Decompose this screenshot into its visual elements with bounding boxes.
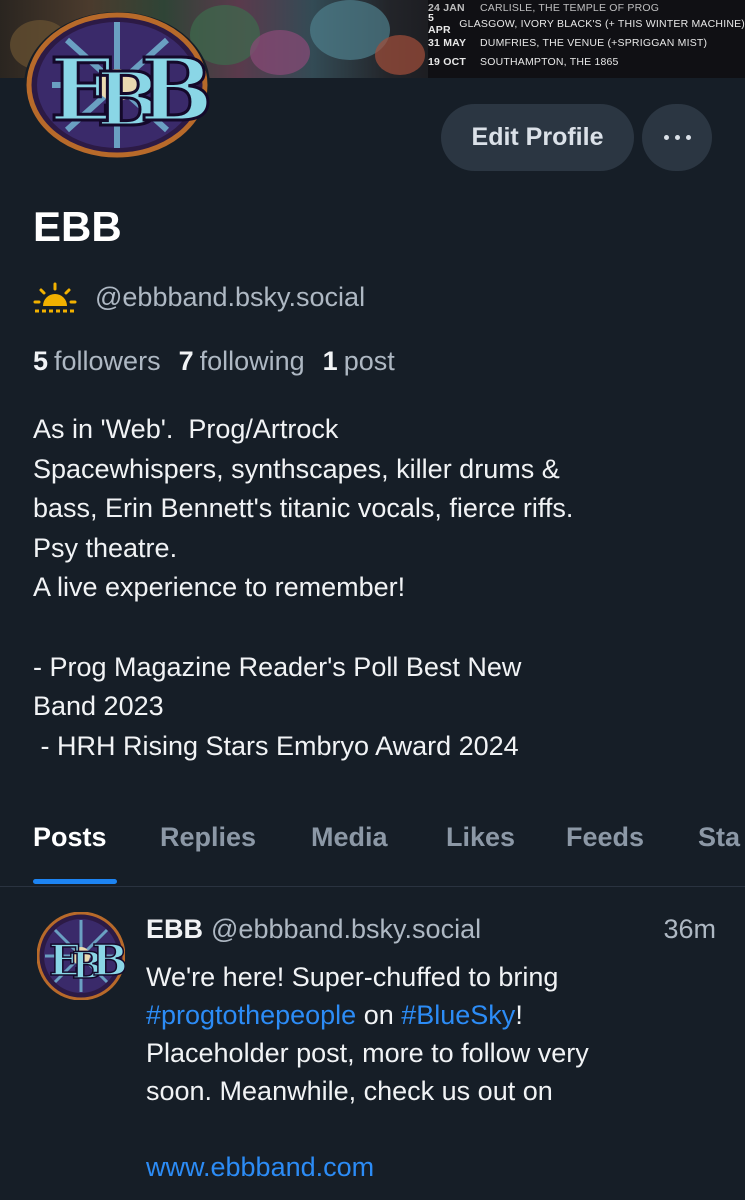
post-line: We're here! Super-chuffed to bring [146,962,559,992]
hashtag-link[interactable]: #progtothepeople [146,1000,356,1030]
handle-row: @ebbband.bsky.social [33,280,365,314]
tab-replies[interactable]: Replies [160,810,256,886]
gig-place: SOUTHAMPTON, THE 1865 [480,55,619,68]
bio-line: As in 'Web'. Prog/Artrock [33,414,339,444]
tab-starter-packs[interactable]: Sta [698,810,740,886]
gig-date: 5 APR [428,11,451,36]
posts-count: 1 post [322,346,395,376]
svg-text:B: B [140,40,212,141]
post-author-handle[interactable]: @ebbband.bsky.social [211,914,481,945]
following-link[interactable]: 7 following [179,346,305,377]
gig-date: 31 MAY [428,36,467,49]
post-author-name[interactable]: EBB [146,914,203,945]
svg-text:B: B [92,936,125,985]
ebb-logo-icon: E B B [36,911,128,1001]
bio-line: - HRH Rising Stars Embryo Award 2024 [33,730,519,761]
active-tab-indicator [33,879,117,884]
gig-date: 19 OCT [428,55,466,68]
profile-stats: 5 followers 7 following 1 post [33,346,413,377]
gig-place: GLASGOW, IVORY BLACK'S (+ THIS WINTER MA… [459,17,745,30]
edit-profile-button[interactable]: Edit Profile [441,104,634,171]
tab-media[interactable]: Media [311,810,388,886]
post-line: soon. Meanwhile, check us out on [146,1076,553,1106]
gig-place: DUMFRIES, THE VENUE (+SPRIGGAN MIST) [480,36,708,49]
gig-list: 24 JAN CARLISLE, THE TEMPLE OF PROG 5 APR… [428,0,745,78]
hashtag-link[interactable]: #BlueSky [401,1000,515,1030]
post-avatar[interactable]: E B B [36,911,128,1001]
post-header: EBB @ebbband.bsky.social 36m [146,914,716,945]
profile-tabs: Posts Replies Media Likes Feeds Sta [0,810,745,887]
bio-line: Psy theatre. [33,532,178,563]
more-options-button[interactable] [642,104,712,171]
tab-posts[interactable]: Posts [33,810,107,886]
post-line: Placeholder post, more to follow very [146,1038,589,1068]
post-line: #progtothepeople on #BlueSky! [146,1000,523,1030]
post-text: We're here! Super-chuffed to bring #prog… [146,958,726,1186]
bio-line: - Prog Magazine Reader's Poll Best New [33,651,522,682]
followers-link[interactable]: 5 followers [33,346,161,377]
gig-row: 19 OCT SOUTHAMPTON, THE 1865 [428,52,745,71]
profile-avatar[interactable]: E B B [22,10,214,160]
ellipsis-icon [663,135,669,140]
tab-likes[interactable]: Likes [446,810,515,886]
bio-line: A live experience to remember! [33,572,406,603]
profile-page: 24 JAN CARLISLE, THE TEMPLE OF PROG 5 APR… [0,0,745,1200]
profile-handle[interactable]: @ebbband.bsky.social [95,282,365,313]
gig-row: 5 APR GLASGOW, IVORY BLACK'S (+ THIS WIN… [428,11,745,36]
gig-row: 31 MAY DUMFRIES, THE VENUE (+SPRIGGAN MI… [428,33,745,52]
bio-line: bass, Erin Bennett's titanic vocals, fie… [33,493,574,524]
bio-line [33,608,733,648]
sunrise-icon [33,282,77,313]
ebb-logo-icon: E B B [24,12,212,158]
bio-line: Band 2023 [33,691,164,722]
bio-line: Spacewhispers, synthscapes, killer drums… [33,453,560,484]
profile-bio: As in 'Web'. Prog/Artrock Spacewhispers,… [33,410,733,766]
website-link[interactable]: www.ebbband.com [146,1148,726,1186]
tab-feeds[interactable]: Feeds [566,810,644,886]
post-timestamp[interactable]: 36m [663,914,716,945]
display-name: EBB [33,203,122,250]
